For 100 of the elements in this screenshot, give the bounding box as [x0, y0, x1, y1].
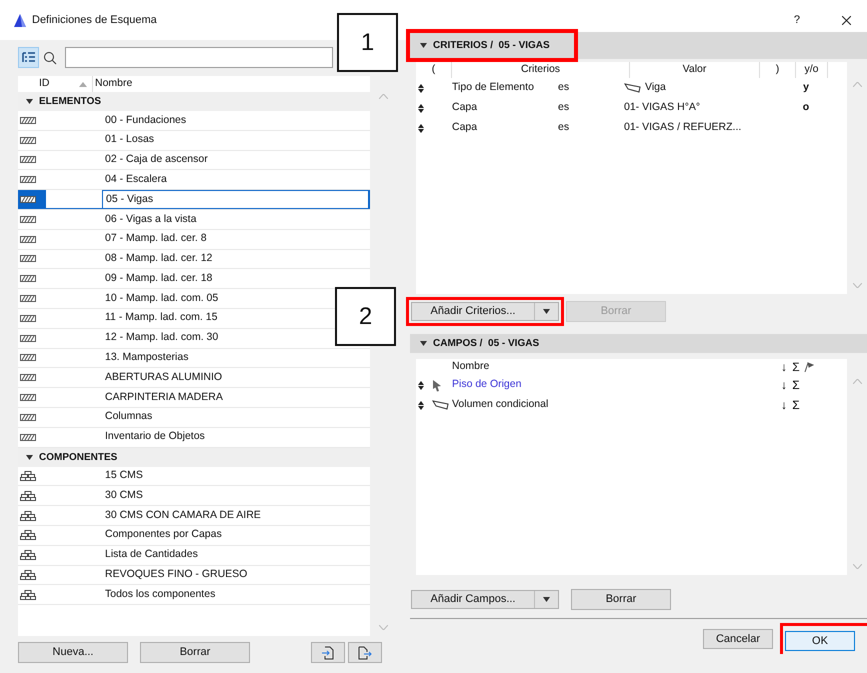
scheme-name: 10 - Mamp. lad. com. 05	[105, 290, 218, 306]
beam-icon	[432, 400, 450, 410]
hatch-icon	[20, 275, 36, 282]
hatch-icon	[20, 116, 36, 124]
column-header[interactable]: ↓	[778, 358, 790, 376]
sum-text: Σ	[791, 397, 801, 414]
reorder-icon[interactable]	[418, 124, 424, 132]
reorder-icon[interactable]	[418, 400, 424, 410]
hatch-icon	[20, 295, 36, 302]
add-fields-button[interactable]: Añadir Campos...	[411, 590, 559, 609]
bricks-icon	[20, 470, 36, 481]
app-logo-icon	[14, 14, 26, 26]
scheme-name: REVOQUES FINO - GRUESO	[105, 567, 248, 582]
hatch-icon	[20, 434, 36, 441]
hatch-icon	[20, 394, 36, 402]
collapse-arrow-icon[interactable]	[543, 308, 550, 314]
scheme-name: Componentes por Capas	[105, 527, 222, 542]
collapse-arrow-icon[interactable]	[26, 99, 33, 104]
hatch-icon	[20, 236, 36, 243]
hatch-icon	[20, 255, 36, 262]
criterion-name: Tipo de Elemento	[452, 80, 535, 96]
callout-label: 2	[335, 287, 396, 346]
sort-text: ↓	[780, 397, 788, 414]
reorder-icon[interactable]	[418, 104, 424, 112]
scheme-name: 12 - Mamp. lad. com. 30	[105, 330, 218, 346]
hatch-icon	[20, 216, 36, 223]
value-text: 01- VIGAS / REFUERZ...	[624, 120, 742, 136]
delete-button[interactable]: Borrar	[140, 642, 250, 663]
operator-text: es	[558, 120, 570, 136]
export-button[interactable]	[348, 642, 382, 663]
scheme-name: 11 - Mamp. lad. com. 15	[105, 310, 218, 326]
column-header[interactable]: Valor	[630, 62, 760, 78]
collapse-arrow-icon[interactable]	[420, 43, 427, 48]
column-header[interactable]: Σ	[790, 358, 802, 376]
sort-text: ↓	[780, 377, 788, 394]
bricks-icon	[20, 510, 36, 521]
group-header[interactable]: ELEMENTOS	[18, 92, 370, 111]
export-icon	[358, 646, 372, 660]
hatch-icon	[20, 334, 36, 342]
scheme-name: Todos los componentes	[105, 586, 216, 602]
search-field[interactable]	[65, 47, 333, 68]
scheme-name: 30 CMS	[105, 488, 143, 503]
column-header[interactable]: ID	[39, 76, 79, 92]
scheme-name: Inventario de Objetos	[105, 429, 205, 444]
close-icon[interactable]	[842, 16, 851, 24]
group-header[interactable]: COMPONENTES	[18, 448, 370, 467]
scheme-name: 05 - Vigas	[106, 192, 154, 207]
hatch-icon	[20, 176, 36, 184]
column-header[interactable]: (	[416, 62, 452, 78]
bricks-icon	[20, 570, 36, 580]
new-button[interactable]: Nueva...	[18, 642, 128, 663]
import-button[interactable]	[311, 642, 345, 663]
column-header[interactable]: Nombre	[452, 359, 778, 375]
scheme-name: 15 CMS	[105, 468, 143, 484]
scheme-name: Columnas	[105, 409, 152, 424]
scheme-name: 08 - Mamp. lad. cer. 12	[105, 251, 212, 266]
reorder-icon[interactable]	[418, 380, 424, 390]
scheme-name: 06 - Vigas a la vista	[105, 212, 196, 226]
bricks-icon	[20, 490, 36, 501]
import-icon	[322, 646, 334, 660]
collapse-arrow-icon[interactable]	[420, 341, 427, 346]
window-title: Definiciones de Esquema	[32, 12, 157, 28]
scheme-name: 09 - Mamp. lad. cer. 18	[105, 270, 212, 286]
reorder-icon[interactable]	[418, 84, 424, 92]
scheme-name: CARPINTERIA MADERA	[105, 390, 223, 405]
hatch-icon	[20, 196, 36, 204]
scheme-name: 30 CMS CON CAMARA DE AIRE	[105, 508, 261, 523]
operator-text: es	[558, 80, 570, 96]
delete-button[interactable]: Borrar	[571, 589, 671, 610]
hatch-icon	[20, 414, 36, 421]
field-name: Volumen condicional	[452, 397, 550, 412]
bricks-icon	[20, 590, 36, 600]
scheme-name: 02 - Caja de ascensor	[105, 152, 208, 168]
column-header[interactable]: )	[760, 62, 796, 78]
collapse-arrow-icon[interactable]	[543, 597, 550, 602]
beam-icon	[624, 83, 642, 93]
criterion-name: Capa	[452, 120, 478, 136]
tree-view-icon[interactable]	[18, 47, 39, 68]
flag-icon[interactable]	[804, 362, 814, 372]
callout-label: 1	[337, 13, 398, 72]
field-name: Piso de Origen	[452, 377, 522, 392]
dialog-button[interactable]: OK	[785, 630, 855, 651]
conjunction-text: o	[802, 100, 810, 116]
hatch-icon	[20, 314, 36, 322]
scheme-name: 13. Mamposterias	[105, 350, 188, 366]
scheme-name: 01 - Losas	[105, 132, 154, 148]
column-header[interactable]: Criterios	[452, 62, 630, 78]
value-text: 01- VIGAS H°A°	[624, 100, 700, 116]
column-header[interactable]: y/o	[796, 62, 828, 78]
scheme-name: 04 - Escalera	[105, 172, 167, 187]
collapse-arrow-icon[interactable]	[26, 454, 33, 460]
bricks-icon	[20, 530, 36, 540]
dialog-button[interactable]: Cancelar	[703, 629, 773, 650]
add-criteria-button[interactable]: Añadir Criterios...	[411, 302, 559, 320]
operator-text: es	[558, 100, 570, 116]
help-button[interactable]: ?	[794, 12, 800, 28]
hatch-icon	[20, 136, 36, 144]
row-selector-cell[interactable]	[18, 190, 46, 209]
conjunction-text: y	[802, 80, 810, 96]
sum-text: Σ	[791, 377, 801, 394]
